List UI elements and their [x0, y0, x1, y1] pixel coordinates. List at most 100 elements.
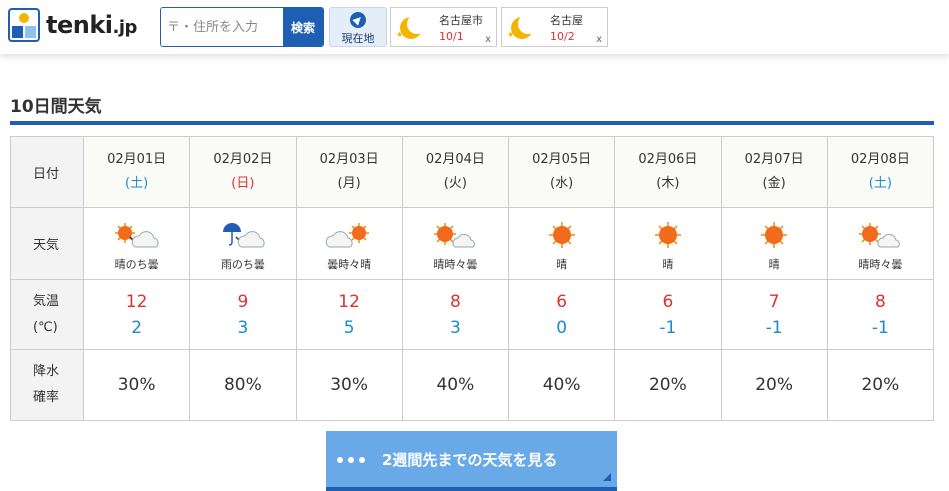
- history-date: 10/1: [439, 30, 464, 43]
- date-cell: 02月06日 (木): [614, 136, 722, 208]
- temperature-cell: 60: [507, 279, 616, 350]
- date-text: 02月06日: [638, 152, 698, 167]
- low-temp: -1: [659, 317, 677, 338]
- weather-cell: 曇時々晴: [295, 207, 403, 280]
- row-label-temperature: 気温 (℃): [10, 279, 84, 350]
- cloud-sometimes-sun-icon: [325, 222, 370, 247]
- low-temp: 5: [343, 317, 355, 338]
- weather-label: 晴時々曇: [433, 257, 478, 271]
- title-underline: [10, 121, 934, 125]
- day-of-week: (日): [231, 176, 255, 191]
- weather-label: 晴: [768, 257, 780, 271]
- ten-day-forecast-table: 日付 02月01日 (土) 02月02日 (日) 02月03日 (月) 02月04日 (…: [10, 136, 935, 421]
- weather-label: 晴時々曇: [858, 257, 903, 271]
- row-label-rain-line1: 降水: [33, 364, 60, 379]
- logo-suffix: .jp: [112, 17, 138, 38]
- temperature-cell: 6 -1: [614, 279, 722, 350]
- location-arrow-icon: [350, 12, 366, 28]
- low-temp: -1: [871, 317, 889, 338]
- precipitation-row: 降水 確率 30% 80% 30% 40% 40% 20% 20% 20%: [10, 349, 935, 421]
- history-date: 10/2: [550, 30, 575, 43]
- sun-sometimes-cloud-icon: [434, 222, 476, 247]
- precipitation-cell: 20%: [826, 349, 935, 421]
- two-week-forecast-button[interactable]: 2週間先までの天気を見る: [326, 431, 617, 491]
- precipitation-cell: 30%: [295, 349, 403, 421]
- precipitation-cell: 40%: [507, 349, 616, 421]
- moon-icon: [400, 14, 427, 39]
- logo-text: tenki: [46, 11, 113, 39]
- high-temp: 12: [338, 291, 360, 312]
- low-temp: 3: [237, 317, 249, 338]
- date-cell: 02月08日 (土): [826, 136, 935, 208]
- date-text: 02月05日: [532, 152, 592, 167]
- date-cell: 02月07日 (金): [720, 136, 828, 208]
- date-text: 02月02日: [213, 152, 273, 167]
- precipitation-cell: 20%: [720, 349, 828, 421]
- current-location-button[interactable]: 現在地: [329, 7, 387, 47]
- current-location-label: 現在地: [341, 32, 375, 45]
- rain-then-cloud-icon: [222, 222, 265, 247]
- temperature-cell: 93: [189, 279, 297, 350]
- row-label-rain-line2: 確率: [33, 390, 60, 405]
- date-text: 02月01日: [107, 152, 167, 167]
- day-of-week: (水): [550, 176, 574, 191]
- high-temp: 8: [874, 291, 886, 312]
- temperature-row: 気温 (℃) 12 2 93 12 5 83 60 6 -1 7 -1 8 -1: [10, 279, 935, 350]
- high-temp: 6: [556, 291, 568, 312]
- temperature-cell: 83: [401, 279, 510, 350]
- high-temp: 8: [449, 291, 461, 312]
- search-input[interactable]: [161, 8, 283, 46]
- date-cell: 02月04日 (火): [401, 136, 510, 208]
- sun-icon: [761, 221, 788, 248]
- weather-label: 晴: [556, 257, 568, 271]
- precipitation-cell: 40%: [401, 349, 510, 421]
- date-cell: 02月03日 (月): [295, 136, 403, 208]
- weather-label: 曇時々晴: [327, 257, 372, 271]
- history-close-button[interactable]: x: [485, 34, 491, 45]
- day-of-week: (月): [337, 176, 361, 191]
- weather-cell: 晴時々曇: [826, 207, 935, 280]
- row-label-weather: 天気: [10, 207, 84, 280]
- low-temp: 2: [131, 317, 143, 338]
- date-cell: 02月01日 (土): [82, 136, 191, 208]
- low-temp: -1: [765, 317, 783, 338]
- date-cell: 02月05日 (水): [507, 136, 616, 208]
- logo-mark-icon: [8, 8, 40, 42]
- precipitation-cell: 80%: [189, 349, 297, 421]
- date-text: 02月04日: [425, 152, 485, 167]
- high-temp: 9: [237, 291, 249, 312]
- weather-cell: 晴: [507, 207, 616, 280]
- history-item[interactable]: ★ 名古屋 10/2 x: [501, 7, 608, 47]
- weather-cell: 晴: [614, 207, 722, 280]
- date-cell: 02月02日 (日): [189, 136, 297, 208]
- day-of-week: (土): [868, 176, 892, 191]
- tenki-logo[interactable]: tenki.jp: [8, 8, 137, 42]
- row-label-temp-line2: (℃): [33, 319, 58, 335]
- weather-cell: 晴: [720, 207, 828, 280]
- sun-then-cloud-icon: [114, 222, 159, 247]
- temperature-cell: 12 2: [82, 279, 191, 350]
- temperature-cell: 8 -1: [826, 279, 935, 350]
- weather-label: 晴のち曇: [114, 257, 159, 271]
- low-temp: 3: [449, 317, 461, 338]
- day-of-week: (木): [656, 176, 680, 191]
- site-header: tenki.jp 検索 現在地 ★ 名古屋市 10/1 x ★ 名古屋 10/2…: [0, 0, 949, 54]
- temperature-cell: 12 5: [295, 279, 403, 350]
- two-week-forecast-label: 2週間先までの天気を見る: [382, 451, 558, 469]
- history-item[interactable]: ★ 名古屋市 10/1 x: [390, 7, 497, 47]
- history-name: 名古屋: [550, 14, 583, 27]
- corner-arrow-icon: [603, 473, 611, 481]
- date-text: 02月07日: [744, 152, 804, 167]
- section-title: 10日間天気: [10, 97, 102, 117]
- date-row: 日付 02月01日 (土) 02月02日 (日) 02月03日 (月) 02月04日 (…: [10, 136, 935, 208]
- row-label-precipitation: 降水 確率: [10, 349, 84, 421]
- date-text: 02月08日: [850, 152, 910, 167]
- moon-icon: [511, 14, 538, 39]
- star-icon: ★: [507, 30, 515, 39]
- sun-icon: [654, 221, 681, 248]
- search-button[interactable]: 検索: [283, 8, 323, 46]
- history-close-button[interactable]: x: [596, 34, 602, 45]
- weather-label: 晴: [662, 257, 674, 271]
- history-name: 名古屋市: [439, 14, 483, 27]
- search-box: 検索: [160, 7, 324, 47]
